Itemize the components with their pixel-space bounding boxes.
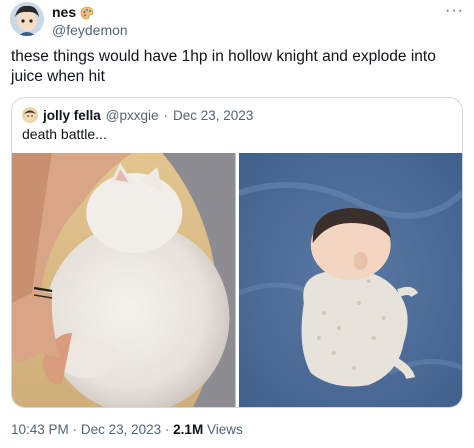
- quote-avatar[interactable]: [22, 107, 38, 123]
- author-handle[interactable]: @feydemon: [52, 22, 128, 39]
- quoted-tweet[interactable]: jolly fella @pxxgie · Dec 23, 2023 death…: [11, 97, 463, 408]
- more-horizontal-icon[interactable]: ···: [445, 2, 464, 20]
- chubby-white-cat-photo[interactable]: [12, 153, 236, 407]
- quote-separator: ·: [163, 107, 169, 123]
- quote-date[interactable]: Dec 23, 2023: [173, 108, 253, 123]
- quote-header: jolly fella @pxxgie · Dec 23, 2023: [22, 107, 253, 123]
- tweet-text: these things would have 1hp in hollow kn…: [11, 48, 436, 85]
- views-count: 2.1M: [173, 422, 204, 437]
- palette-icon: [80, 6, 94, 19]
- sleeping-baby-photo[interactable]: [238, 153, 462, 407]
- author-display-name[interactable]: nes: [52, 4, 76, 21]
- quote-display-name[interactable]: jolly fella: [43, 108, 101, 123]
- tweet-footer: 10:43 PM · Dec 23, 2023 · 2.1M Views: [11, 422, 243, 437]
- views-label: Views: [206, 422, 243, 437]
- quote-text: death battle...: [22, 126, 107, 142]
- quote-handle[interactable]: @pxxgie: [106, 108, 159, 123]
- author-avatar[interactable]: [10, 2, 44, 36]
- author-name[interactable]: nes: [52, 4, 94, 21]
- footer-separator: ·: [72, 422, 78, 437]
- tweet-time[interactable]: 10:43 PM: [11, 422, 69, 437]
- tweet-date[interactable]: Dec 23, 2023: [81, 422, 161, 437]
- quote-media[interactable]: [12, 153, 462, 407]
- footer-separator: ·: [164, 422, 170, 437]
